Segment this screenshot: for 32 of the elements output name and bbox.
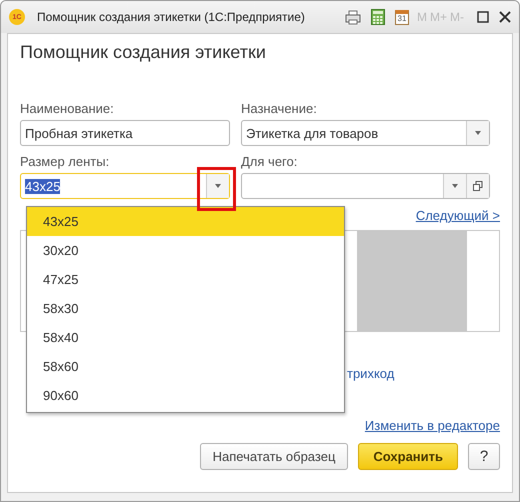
print-button[interactable]: Напечатать образец <box>200 443 348 470</box>
dropdown-item[interactable]: 43x25 <box>27 207 344 236</box>
field-label: Назначение: <box>241 101 318 116</box>
dropdown-item[interactable]: 58x40 <box>27 323 344 352</box>
open-form-icon[interactable] <box>473 181 483 191</box>
dropdown-item[interactable]: 30x20 <box>27 236 344 265</box>
field-label: Размер ленты: <box>20 154 110 169</box>
dropdown-item[interactable]: 58x60 <box>27 352 344 381</box>
dropdown-item[interactable]: 90x60 <box>27 381 344 410</box>
calculator-icon[interactable] <box>370 9 385 25</box>
select-field[interactable] <box>241 173 490 199</box>
close-icon[interactable] <box>499 11 511 23</box>
dropdown-arrow-icon <box>215 184 221 188</box>
next-link[interactable]: Следующий > <box>416 208 500 226</box>
calendar-icon[interactable]: 31 <box>394 10 409 24</box>
dropdown-arrow-icon <box>475 131 481 135</box>
dropdown-item[interactable]: 58x30 <box>27 294 344 323</box>
dropdown-item[interactable]: 47x25 <box>27 265 344 294</box>
save-button[interactable]: Сохранить <box>358 443 458 470</box>
help-button[interactable]: ? <box>468 443 500 470</box>
edit-link[interactable]: Изменить в редакторе <box>364 418 500 433</box>
dropdown-arrow-icon <box>452 184 458 188</box>
field-label: Для чего: <box>241 154 298 169</box>
printer-icon[interactable] <box>344 10 361 24</box>
select-field[interactable]: Этикетка для товаров <box>241 120 490 146</box>
field-label: Наименование: <box>20 101 115 116</box>
form-heading: Помощник создания этикетки <box>20 42 267 63</box>
select-field[interactable]: 43x25 <box>20 173 230 199</box>
text-field[interactable]: Пробная этикетка <box>20 120 230 146</box>
maximize-icon[interactable] <box>477 11 489 23</box>
barcode-link[interactable]: трихкод <box>347 366 500 382</box>
window-title: Помощник создания этикетки (1С:Предприятие) <box>37 10 306 24</box>
